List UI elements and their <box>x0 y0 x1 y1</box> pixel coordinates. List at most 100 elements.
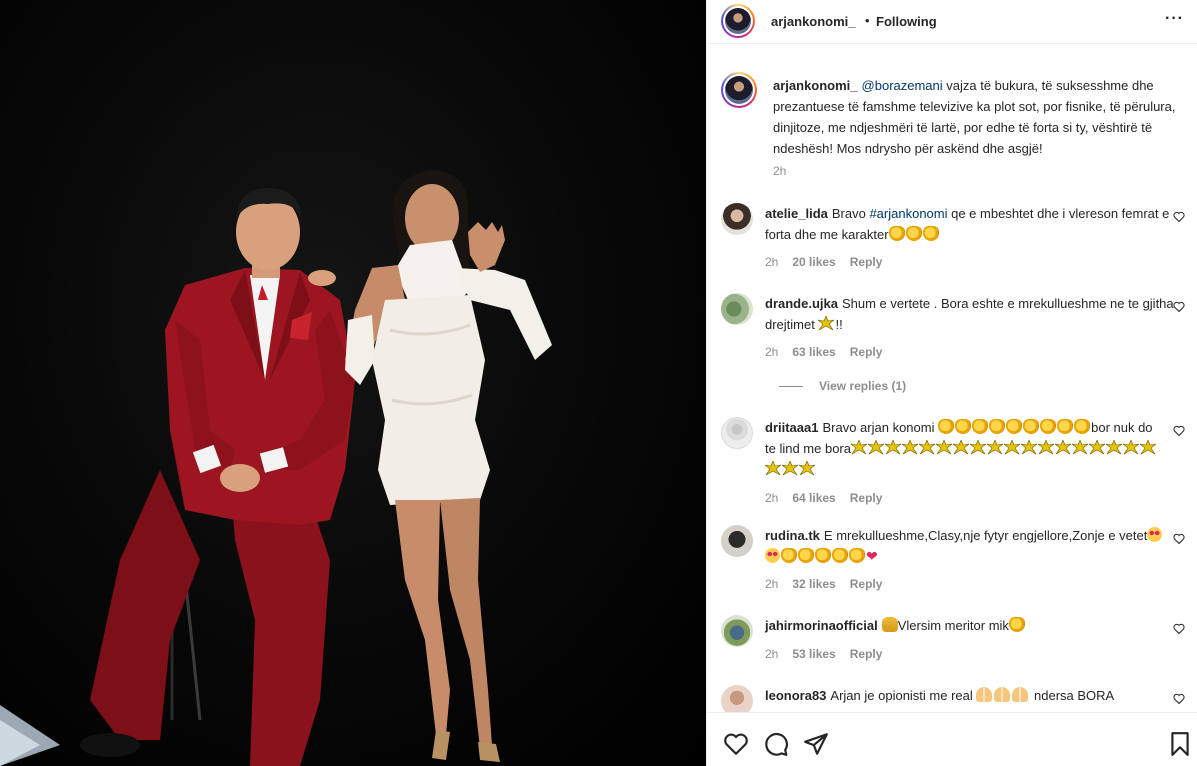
post-header: arjankonomi_ • Following ··· <box>707 0 1197 44</box>
commenter-avatar[interactable] <box>721 203 753 235</box>
comment-username[interactable]: driitaaa1 <box>765 420 818 435</box>
comment-meta: 2h 20 likes Reply <box>765 255 896 269</box>
reply-button[interactable]: Reply <box>850 491 883 505</box>
comment-text: rudina.tk E mrekullueshme,Clasy,nje fytyr… <box>765 525 1175 567</box>
comment-text: leonora83 Arjan je opionisti me real nder… <box>765 685 1175 706</box>
comment-like-heart-icon[interactable] <box>1173 533 1185 545</box>
comment-time[interactable]: 2h <box>765 255 778 269</box>
paper-plane-icon[interactable] <box>803 731 829 757</box>
commenter-avatar[interactable] <box>721 525 753 557</box>
caption-text: arjankonomi_ @borazemani vajza të bukura,… <box>773 75 1183 159</box>
comments-list[interactable]: arjankonomi_ @borazemani vajza të bukura,… <box>707 57 1197 713</box>
comment-like-heart-icon[interactable] <box>1173 211 1185 223</box>
collision-emoji <box>970 440 986 455</box>
commenter-avatar[interactable] <box>721 615 753 647</box>
comment-text: atelie_lida Bravo #arjankonomi qe e mbesh… <box>765 203 1175 245</box>
comment-text: driitaaa1 Bravo arjan konomi bor nuk do t… <box>765 417 1165 480</box>
comment-time[interactable]: 2h <box>765 577 778 591</box>
pray-emoji-group <box>976 687 1030 703</box>
comment-meta: 2h 64 likes Reply <box>765 491 896 505</box>
collision-emoji <box>799 461 815 476</box>
comment-username[interactable]: rudina.tk <box>765 528 820 543</box>
collision-emoji <box>818 316 835 331</box>
woman-figure <box>345 170 552 762</box>
commenter-avatar[interactable] <box>721 417 753 449</box>
author-username[interactable]: arjankonomi_ <box>771 14 856 29</box>
reply-button[interactable]: Reply <box>850 255 883 269</box>
comment-likes[interactable]: 63 likes <box>792 345 835 359</box>
comment-likes[interactable]: 32 likes <box>792 577 835 591</box>
comment-like-heart-icon[interactable] <box>1173 425 1185 437</box>
more-options-icon[interactable]: ··· <box>1165 10 1184 28</box>
collision-emoji <box>1072 440 1088 455</box>
collision-emoji <box>953 440 969 455</box>
collision-emoji <box>885 440 901 455</box>
reply-button[interactable]: Reply <box>850 577 883 591</box>
view-replies-button[interactable]: View replies (1) <box>779 379 906 393</box>
comment-text-part: Bravo arjan konomi <box>822 420 939 435</box>
collision-emoji <box>919 440 935 455</box>
collision-emoji <box>1021 440 1037 455</box>
comment-text: jahirmorinaofficial Vlersim meritor mik <box>765 615 1175 636</box>
collision-emoji <box>782 461 798 476</box>
comment-username[interactable]: jahirmorinaofficial <box>765 618 878 633</box>
comment-text-part: Bravo <box>831 206 870 221</box>
commenter-avatar[interactable] <box>721 293 753 325</box>
collision-emoji <box>868 440 884 455</box>
comment-meta: 2h 32 likes Reply <box>765 577 896 591</box>
post-side-panel: arjankonomi_ • Following ··· arjankonomi… <box>706 0 1197 766</box>
heart-outline-icon[interactable] <box>723 731 749 757</box>
comment-username[interactable]: leonora83 <box>765 688 826 703</box>
collision-emoji <box>1140 440 1156 455</box>
caption-time[interactable]: 2h <box>773 164 786 178</box>
collision-emoji <box>902 440 918 455</box>
reply-button[interactable]: Reply <box>850 345 883 359</box>
view-replies-label: View replies (1) <box>819 379 907 393</box>
collision-emoji <box>1106 440 1122 455</box>
clap-emoji <box>1008 617 1025 632</box>
comment-time[interactable]: 2h <box>765 647 778 661</box>
collision-emoji <box>1038 440 1054 455</box>
comment-meta: 2h 63 likes Reply <box>765 345 896 359</box>
comment-text-part: Arjan je opionisti me real <box>830 688 977 703</box>
separator-dot: • <box>865 13 870 28</box>
comment-time[interactable]: 2h <box>765 491 778 505</box>
comment-text: drande.ujka Shum e vertete . Bora eshte e… <box>765 293 1175 335</box>
collision-emoji <box>765 461 781 476</box>
caption-avatar[interactable] <box>721 72 757 108</box>
comment-text-part: ndersa BORA <box>1030 688 1115 703</box>
commenter-avatar[interactable] <box>721 685 753 713</box>
comment-username[interactable]: atelie_lida <box>765 206 828 221</box>
bookmark-icon[interactable] <box>1167 731 1193 757</box>
post-action-bar <box>707 712 1197 766</box>
collision-emoji <box>851 440 867 455</box>
comment-likes[interactable]: 20 likes <box>792 255 835 269</box>
collision-emoji <box>936 440 952 455</box>
collision-emoji <box>1055 440 1071 455</box>
comment-like-heart-icon[interactable] <box>1173 623 1185 635</box>
reply-button[interactable]: Reply <box>850 647 883 661</box>
collision-emoji <box>1089 440 1105 455</box>
comment-username[interactable]: drande.ujka <box>765 296 838 311</box>
collision-emoji <box>1123 440 1139 455</box>
comment-likes[interactable]: 53 likes <box>792 647 835 661</box>
comment-like-heart-icon[interactable] <box>1173 693 1185 705</box>
comment-bubble-icon[interactable] <box>763 731 789 757</box>
collision-emoji <box>1004 440 1020 455</box>
comment-like-heart-icon[interactable] <box>1173 301 1185 313</box>
clap-emoji-group <box>888 226 940 242</box>
comment-hashtag[interactable]: #arjankonomi <box>869 206 947 221</box>
caption-username[interactable]: arjankonomi_ <box>773 78 858 93</box>
comment-time[interactable]: 2h <box>765 345 778 359</box>
comment-meta: 2h 53 likes Reply <box>765 647 896 661</box>
post-photo[interactable] <box>0 0 706 766</box>
caption-mention[interactable]: @borazemani <box>862 78 943 93</box>
caption-meta: 2h <box>773 164 800 178</box>
photo-illustration <box>0 170 552 766</box>
comment-text-part: !! <box>835 317 843 332</box>
collision-emoji <box>987 440 1003 455</box>
following-button[interactable]: Following <box>876 14 937 29</box>
comment-likes[interactable]: 64 likes <box>792 491 835 505</box>
comment-text-part: E mrekullueshme,Clasy,nje fytyr engjello… <box>823 528 1148 543</box>
author-avatar[interactable] <box>721 4 755 38</box>
